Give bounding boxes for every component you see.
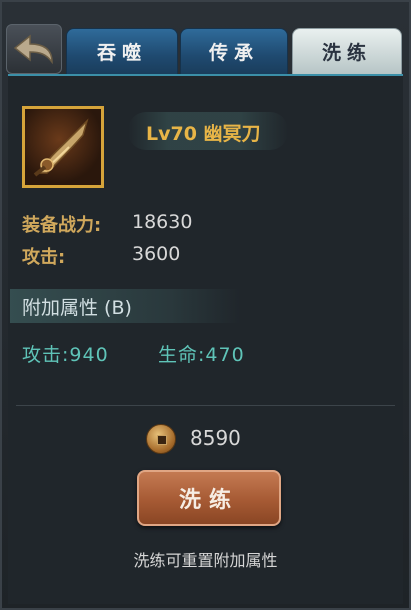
tab-refine[interactable]: 洗练: [292, 28, 402, 74]
power-value: 18630: [132, 211, 193, 233]
blade-icon: [33, 118, 89, 177]
bonus-life: 生命:470: [158, 344, 245, 366]
equipment-slot[interactable]: [22, 106, 104, 188]
back-button[interactable]: [6, 24, 62, 74]
bonus-section-title: 附加属性 (B): [22, 297, 132, 319]
coin-icon: [146, 424, 176, 454]
attack-value: 3600: [132, 243, 181, 265]
power-label: 装备战力:: [22, 215, 102, 236]
bonus-attack: 攻击:940: [22, 344, 109, 366]
back-arrow-icon: [13, 34, 53, 65]
item-name: Lv70 幽冥刀: [146, 123, 261, 145]
cost-amount: 8590: [190, 426, 241, 450]
tab-devour[interactable]: 吞噬: [66, 28, 178, 74]
attack-label: 攻击:: [22, 247, 66, 268]
tab-inherit[interactable]: 传承: [180, 28, 288, 74]
refine-button[interactable]: 洗练: [137, 470, 281, 526]
divider: [16, 405, 395, 406]
refine-hint: 洗练可重置附加属性: [133, 551, 278, 570]
